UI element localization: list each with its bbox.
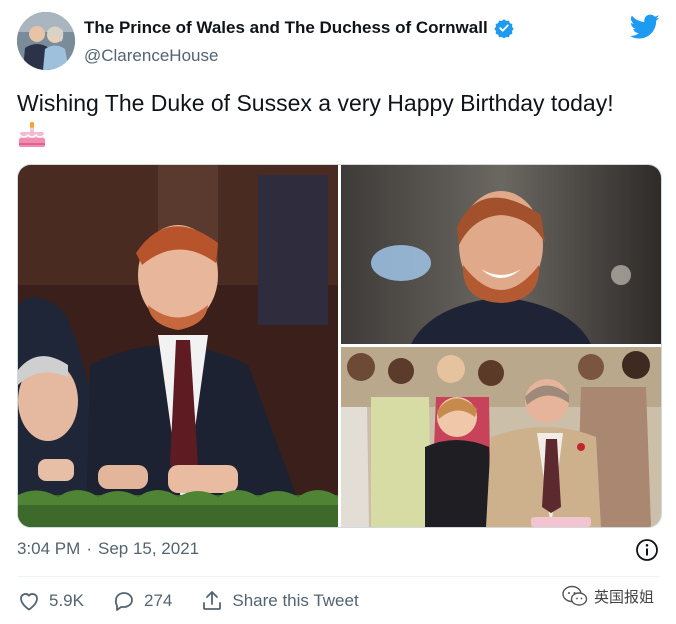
reply-count: 274 <box>143 591 173 610</box>
photo-crowd-cutting-cake <box>341 347 661 527</box>
like-button[interactable]: 5.9K <box>17 589 84 613</box>
reply-bubble-icon <box>114 592 133 611</box>
photo-two-men-laughing <box>18 165 338 527</box>
avatar-photo <box>17 12 75 70</box>
share-button[interactable]: Share this Tweet <box>200 589 359 613</box>
author-handle[interactable]: @ClarenceHouse <box>84 46 218 66</box>
divider <box>17 576 659 577</box>
wechat-icon <box>562 585 588 606</box>
watermark-text: 英国报姐 <box>593 587 654 606</box>
photo-3[interactable] <box>341 347 661 527</box>
share-upload-icon <box>203 591 222 610</box>
tweet-text-block: Wishing The Duke of Sussex a very Happy … <box>17 88 667 149</box>
avatar[interactable] <box>17 12 75 70</box>
verified-badge-icon <box>494 19 514 38</box>
timestamp-separator: · <box>86 539 92 558</box>
birthday-cake-emoji <box>19 121 45 147</box>
info-icon[interactable] <box>635 538 659 562</box>
heart-icon <box>20 593 38 611</box>
author-display-name[interactable]: The Prince of Wales and The Duchess of C… <box>84 18 488 38</box>
tweet-date: Sep 15, 2021 <box>97 539 200 558</box>
like-count: 5.9K <box>49 591 84 610</box>
reply-button[interactable]: 274 <box>112 589 172 613</box>
media-grid <box>17 164 662 528</box>
tweet-text: Wishing The Duke of Sussex a very Happy … <box>17 90 614 116</box>
tweet-time: 3:04 PM <box>17 539 81 558</box>
photo-1[interactable] <box>18 165 338 527</box>
watermark: 英国报姐 <box>562 585 654 607</box>
twitter-bird-icon[interactable] <box>630 14 660 40</box>
photo-2[interactable] <box>341 165 661 344</box>
tweet-timestamp[interactable]: 3:04 PM · Sep 15, 2021 <box>17 539 199 559</box>
share-label: Share this Tweet <box>232 591 359 610</box>
tweet-actions: 5.9K 274 Share this Tweet <box>17 588 387 614</box>
photo-smiling-man-portrait <box>341 165 661 344</box>
